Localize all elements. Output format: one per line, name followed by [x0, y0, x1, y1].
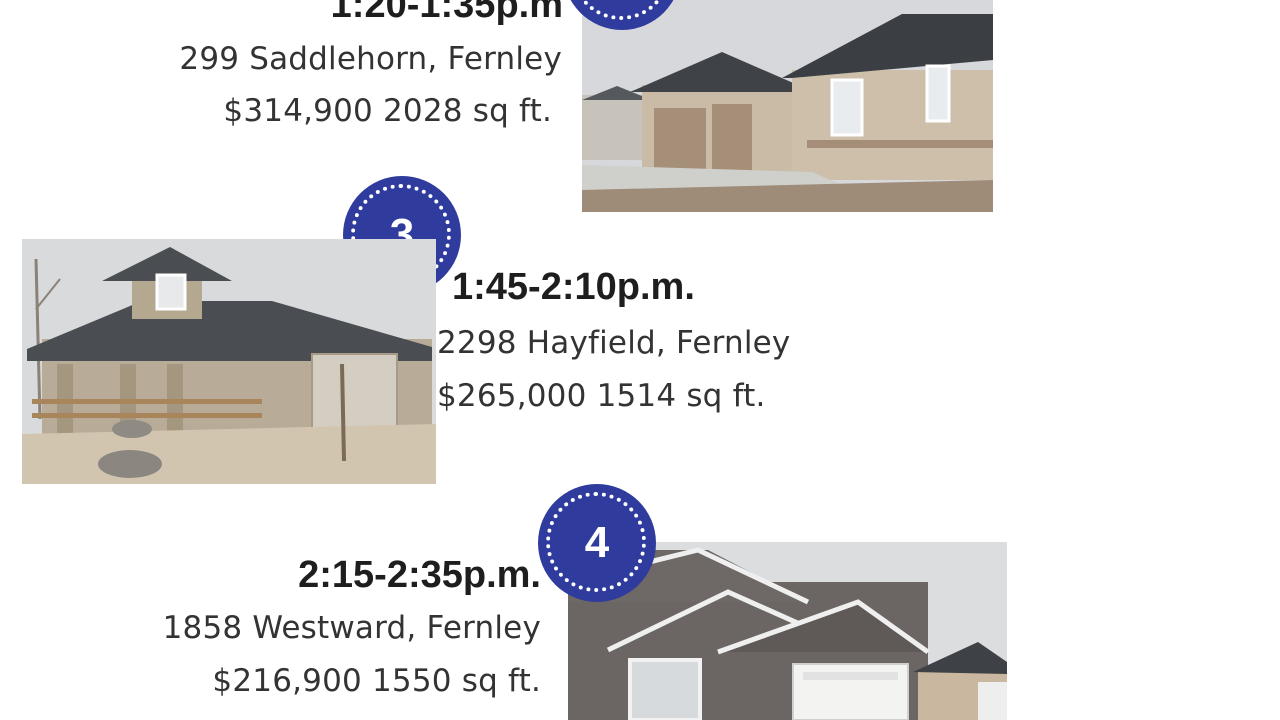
listing-2-price-size: $314,900 2028 sq ft. [223, 93, 552, 129]
listing-4-price-size: $216,900 1550 sq ft. [212, 663, 541, 699]
listing-2-time: 1:20-1:35p.m [330, 0, 563, 26]
listing-3-price-size: $265,000 1514 sq ft. [437, 378, 766, 414]
listing-4-number-badge: 4 [538, 484, 656, 602]
listing-2-photo [582, 0, 993, 212]
listing-4-number: 4 [584, 518, 610, 567]
listing-3-photo [22, 239, 436, 484]
dotted-ring-icon [571, 0, 671, 20]
listing-3-time: 1:45-2:10p.m. [452, 266, 695, 308]
listing-2-address: 299 Saddlehorn, Fernley [179, 41, 562, 77]
listing-4-time: 2:15-2:35p.m. [298, 554, 541, 596]
listing-3-address: 2298 Hayfield, Fernley [437, 325, 791, 361]
listing-4-address: 1858 Westward, Fernley [162, 610, 541, 646]
